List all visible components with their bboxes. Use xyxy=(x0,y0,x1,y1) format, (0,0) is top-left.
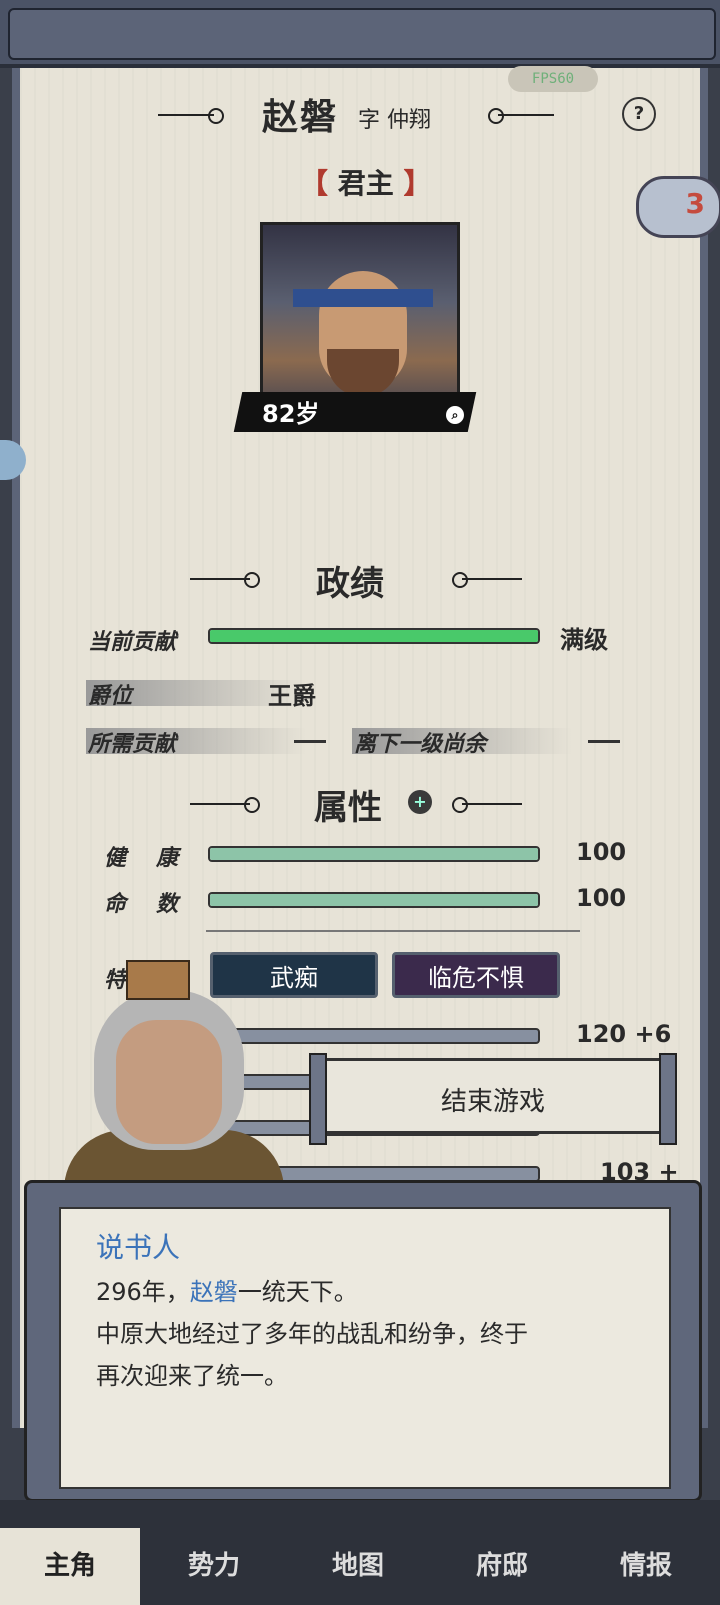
end-game-label: 结束游戏 xyxy=(440,1087,545,1117)
narrator-crown xyxy=(126,960,190,1000)
needed-label: 所需贡献 xyxy=(88,732,177,757)
needed-value-dash xyxy=(294,740,326,743)
dialog-line-2: 中原大地经过了多年的战乱和纷争，终于 xyxy=(96,1320,528,1348)
next-value-dash xyxy=(588,740,620,743)
add-attribute-icon[interactable]: + xyxy=(408,790,432,814)
dialog-line-1: 296年，赵磐一统天下。 xyxy=(96,1272,358,1307)
health-fill xyxy=(210,848,538,860)
tab-intel[interactable]: 情报 xyxy=(576,1528,716,1605)
health-bar xyxy=(208,846,540,862)
ornament-left xyxy=(158,108,224,124)
contribution-label: 当前贡献 xyxy=(88,630,177,655)
cloud-badge[interactable]: 3 xyxy=(636,176,720,238)
life-bar xyxy=(208,892,540,908)
character-name: 赵磐 xyxy=(262,97,339,138)
cloud-count: 3 xyxy=(685,187,705,220)
contribution-value: 满级 xyxy=(560,626,608,654)
ornament-right xyxy=(488,108,554,124)
help-icon[interactable]: ? xyxy=(622,97,656,131)
life-label: 命数 xyxy=(104,892,209,917)
attributes-title: 属性 xyxy=(314,788,382,828)
contribution-bar xyxy=(208,628,540,644)
portrait-headband xyxy=(293,289,433,307)
performance-title: 政绩 xyxy=(316,564,384,604)
ornament-right xyxy=(452,572,522,588)
tab-mansion[interactable]: 府邸 xyxy=(432,1528,572,1605)
life-value: 100 xyxy=(576,884,627,912)
ornament-left xyxy=(190,797,260,813)
fps-counter: FPS60 xyxy=(508,66,598,92)
end-game-button[interactable]: 结束游戏 xyxy=(309,1053,677,1145)
role-bracket-open: 【 xyxy=(300,167,329,200)
health-label: 健康 xyxy=(104,846,209,871)
ornament-left xyxy=(190,572,260,588)
top-ornament xyxy=(8,8,716,60)
speaker-name: 说书人 xyxy=(96,1231,181,1264)
role-bracket-close: 】 xyxy=(403,167,432,200)
health-value: 100 xyxy=(576,838,627,866)
trait-badge[interactable]: 临危不惧 xyxy=(392,952,560,998)
rank-value: 王爵 xyxy=(268,682,316,710)
stat-value: 120 +6 xyxy=(576,1020,672,1048)
role-title: 【 君主 】 xyxy=(300,162,432,202)
dialog-name-highlight: 赵磐 xyxy=(189,1278,238,1306)
dialog-year: 296年， xyxy=(96,1278,190,1306)
top-border xyxy=(0,0,720,68)
life-fill xyxy=(210,894,538,906)
magnify-icon[interactable]: ⌕ xyxy=(446,406,464,424)
narrator-portrait xyxy=(64,960,284,1210)
tab-faction[interactable]: 势力 xyxy=(144,1528,284,1605)
tab-protagonist[interactable]: 主角 xyxy=(0,1528,140,1605)
dialog-line-3: 再次迎来了统一。 xyxy=(96,1362,288,1390)
contribution-fill xyxy=(210,630,538,642)
next-label: 离下一级尚余 xyxy=(354,732,487,757)
narrator-face xyxy=(116,1020,222,1144)
divider xyxy=(206,930,580,932)
dialog-line-1-rest: 一统天下。 xyxy=(237,1278,358,1306)
portrait-beard xyxy=(327,349,399,397)
rank-label: 爵位 xyxy=(88,684,133,709)
courtesy-name: 字 仲翔 xyxy=(358,108,431,133)
role-text: 君主 xyxy=(337,167,394,200)
ornament-right xyxy=(452,797,522,813)
age-label: 82岁 xyxy=(262,400,320,428)
tab-map[interactable]: 地图 xyxy=(288,1528,428,1605)
